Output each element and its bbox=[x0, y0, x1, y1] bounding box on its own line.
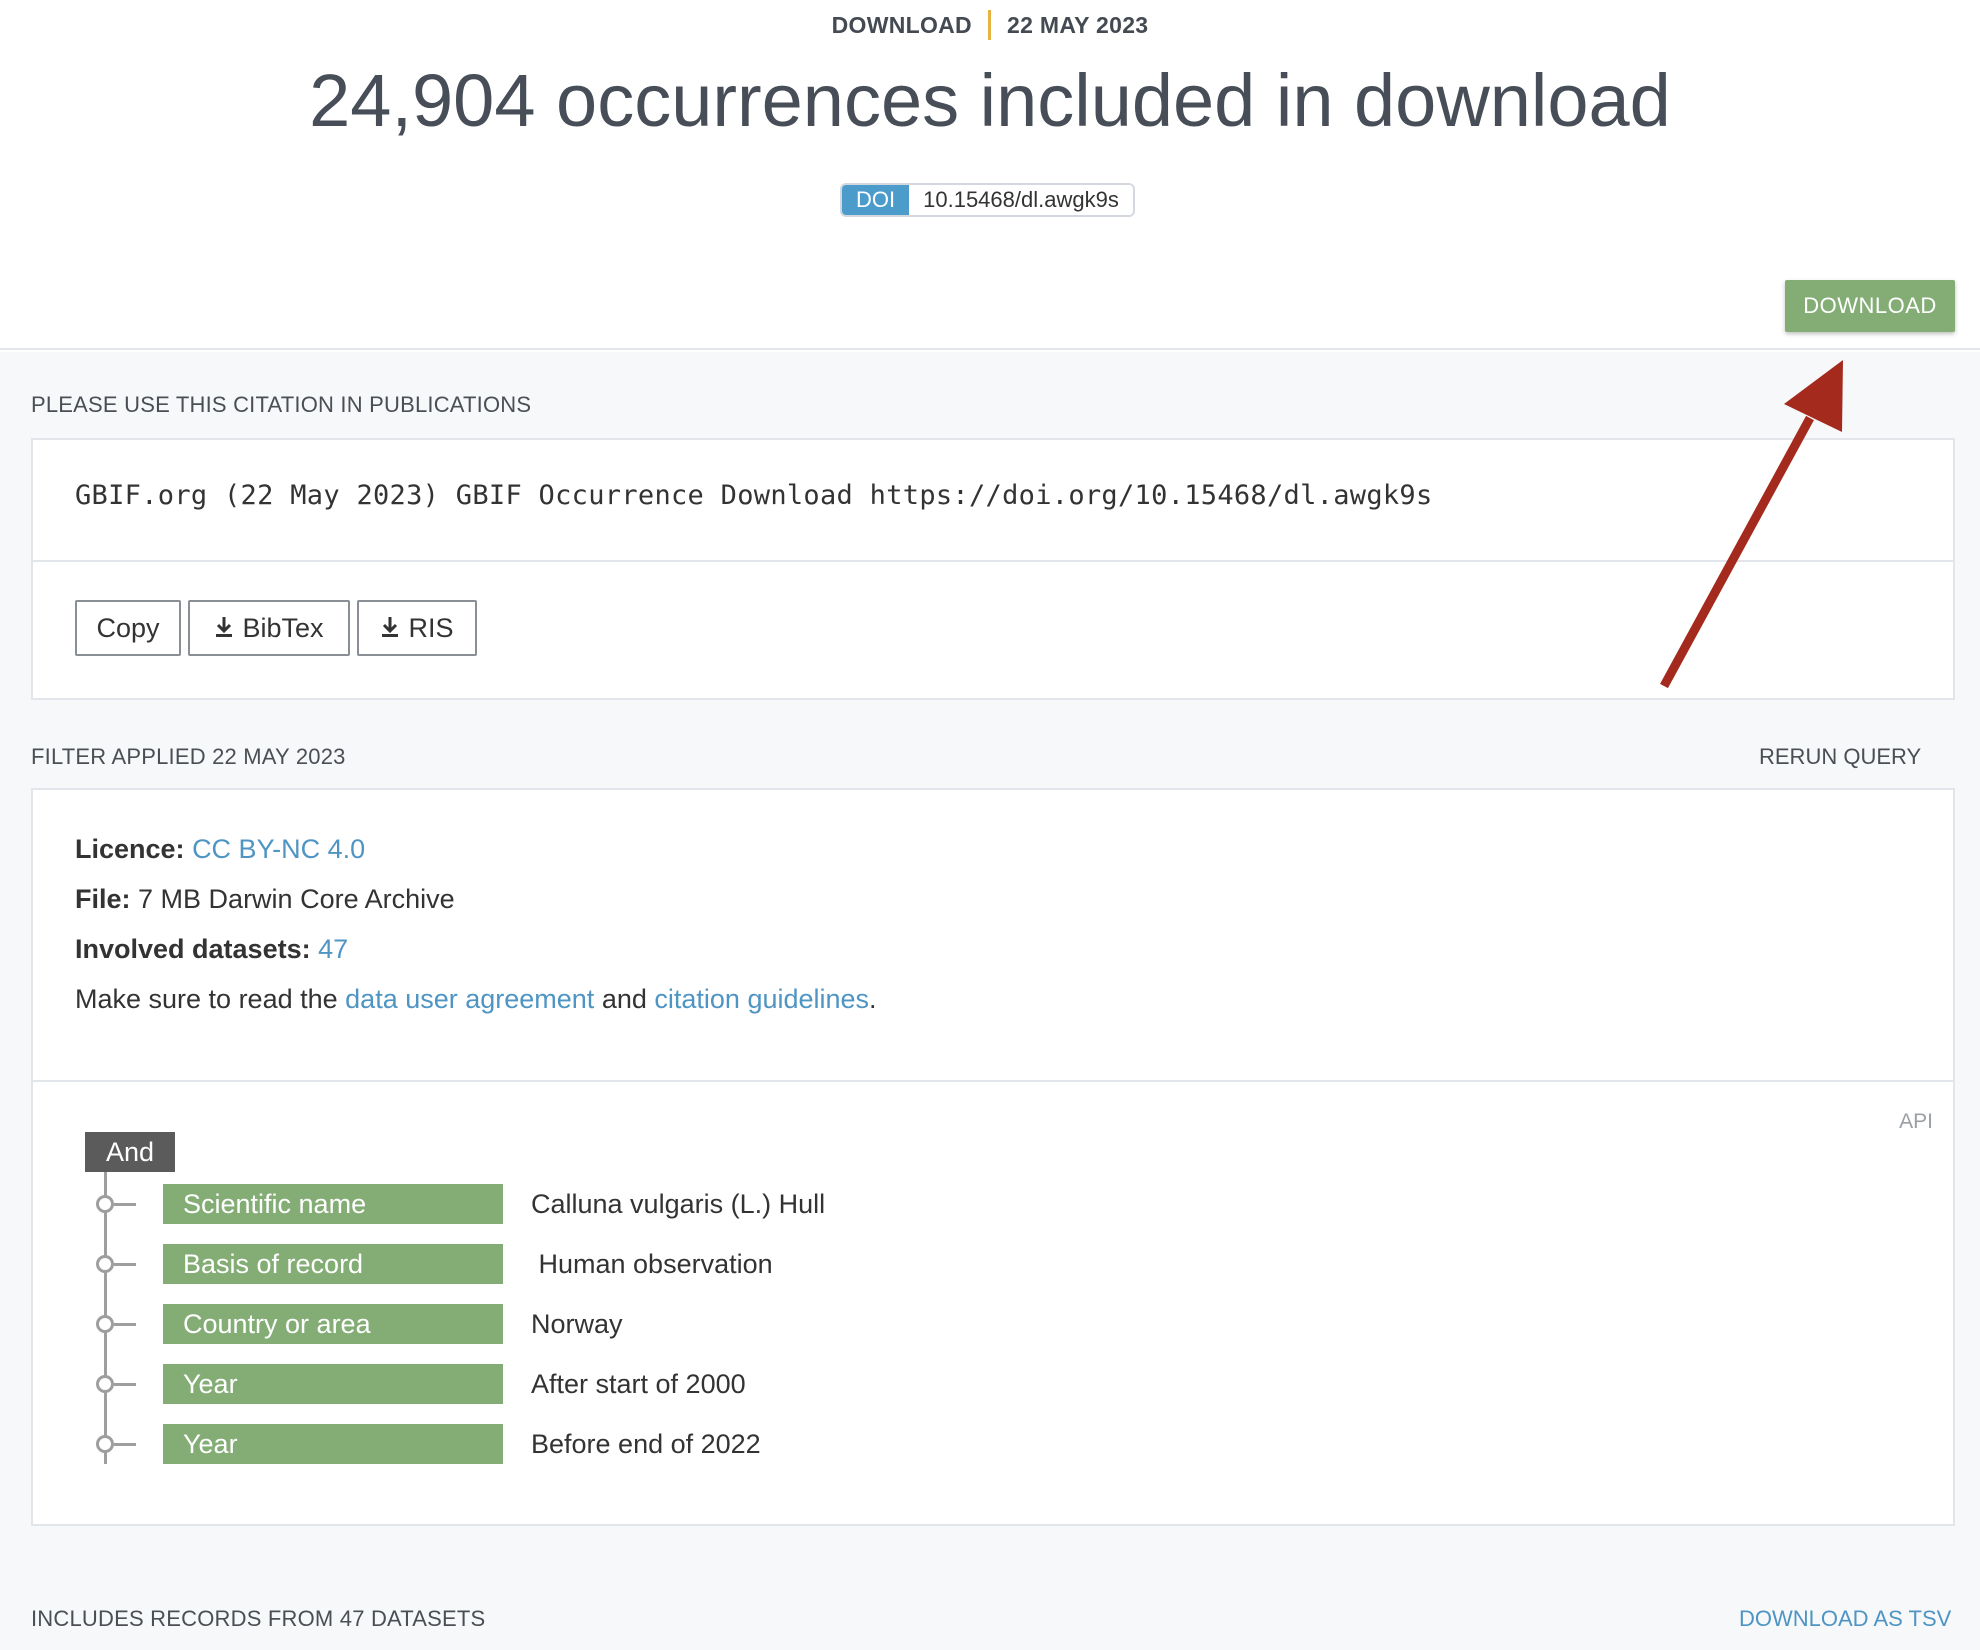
and-operator-tag: And bbox=[85, 1132, 175, 1172]
filter-section-label: FILTER APPLIED 22 MAY 2023 bbox=[31, 744, 346, 769]
ris-button[interactable]: RIS bbox=[357, 600, 477, 656]
datasets-line: Involved datasets: 47 bbox=[75, 934, 348, 965]
filter-value: Before end of 2022 bbox=[531, 1429, 761, 1459]
citation-guidelines-link[interactable]: citation guidelines bbox=[654, 984, 869, 1014]
tree-node-icon bbox=[96, 1195, 114, 1213]
rerun-query-link[interactable]: RERUN QUERY bbox=[1759, 744, 1921, 770]
notice-middle: and bbox=[594, 984, 655, 1014]
licence-label: Licence: bbox=[75, 834, 185, 864]
tree-node-icon bbox=[96, 1255, 114, 1273]
doi-label: DOI bbox=[842, 185, 910, 215]
tree-branch bbox=[114, 1383, 136, 1386]
filter-value: Calluna vulgaris (L.) Hull bbox=[531, 1189, 826, 1219]
card-divider bbox=[33, 560, 1953, 562]
page-title: 24,904 occurrences included in download bbox=[309, 59, 1671, 142]
kicker-date: 22 MAY 2023 bbox=[1006, 12, 1149, 38]
download-icon bbox=[216, 616, 233, 637]
download-icon bbox=[382, 616, 399, 637]
tree-branch bbox=[114, 1203, 136, 1206]
tree-node-icon bbox=[96, 1375, 114, 1393]
page-header: DOWNLOAD 22 MAY 2023 24,904 occurrences i… bbox=[0, 0, 1980, 350]
ris-button-label: RIS bbox=[408, 613, 454, 643]
tree-branch bbox=[114, 1443, 136, 1446]
copy-button-label: Copy bbox=[96, 613, 160, 643]
bibtex-button[interactable]: BibTex bbox=[188, 600, 350, 656]
kicker: DOWNLOAD 22 MAY 2023 bbox=[0, 9, 1980, 40]
file-label: File: bbox=[75, 884, 131, 914]
kicker-type: DOWNLOAD bbox=[831, 12, 972, 38]
filter-value: Norway bbox=[531, 1309, 623, 1339]
tree-node-icon bbox=[96, 1435, 114, 1453]
citation-text: GBIF.org (22 May 2023) GBIF Occurrence D… bbox=[75, 480, 1433, 511]
datasets-link[interactable]: 47 bbox=[318, 934, 348, 964]
citation-section-label: PLEASE USE THIS CITATION IN PUBLICATIONS bbox=[31, 392, 532, 417]
filter-field-tag: Scientific name bbox=[163, 1184, 503, 1224]
datasets-label: Involved datasets: bbox=[75, 934, 311, 964]
filter-field-tag: Country or area bbox=[163, 1304, 503, 1344]
filter-value: Human observation bbox=[531, 1249, 773, 1279]
api-link[interactable]: API bbox=[1899, 1110, 1933, 1134]
datasets-section-label: INCLUDES RECORDS FROM 47 DATASETS bbox=[31, 1606, 486, 1631]
tree-node-icon bbox=[96, 1315, 114, 1333]
bibtex-button-label: BibTex bbox=[242, 613, 324, 643]
doi-value[interactable]: 10.15468/dl.awgk9s bbox=[909, 185, 1133, 215]
download-tsv-link[interactable]: DOWNLOAD AS TSV bbox=[1739, 1606, 1951, 1632]
filter-value: After start of 2000 bbox=[531, 1369, 746, 1399]
data-user-agreement-link[interactable]: data user agreement bbox=[345, 984, 594, 1014]
filter-field-tag: Year bbox=[163, 1424, 503, 1464]
licence-line: Licence: CC BY-NC 4.0 bbox=[75, 834, 365, 865]
download-button[interactable]: DOWNLOAD bbox=[1785, 280, 1955, 332]
agreement-notice: Make sure to read the data user agreemen… bbox=[75, 984, 877, 1015]
licence-link[interactable]: CC BY-NC 4.0 bbox=[192, 834, 365, 864]
filter-card: Licence: CC BY-NC 4.0 File: 7 MB Darwin … bbox=[31, 788, 1955, 1526]
tree-branch bbox=[114, 1323, 136, 1326]
filter-field-tag: Basis of record bbox=[163, 1244, 503, 1284]
file-line: File: 7 MB Darwin Core Archive bbox=[75, 884, 455, 915]
filter-field-tag: Year bbox=[163, 1364, 503, 1404]
main-content: PLEASE USE THIS CITATION IN PUBLICATIONS… bbox=[0, 352, 1980, 1650]
card-divider bbox=[33, 1080, 1953, 1082]
kicker-separator bbox=[987, 9, 991, 40]
notice-prefix: Make sure to read the bbox=[75, 984, 346, 1014]
doi-badge[interactable]: DOI 10.15468/dl.awgk9s bbox=[840, 183, 1135, 217]
citation-card: GBIF.org (22 May 2023) GBIF Occurrence D… bbox=[31, 438, 1955, 700]
file-value: 7 MB Darwin Core Archive bbox=[138, 884, 455, 914]
tree-branch bbox=[114, 1263, 136, 1266]
copy-button[interactable]: Copy bbox=[75, 600, 181, 656]
notice-suffix: . bbox=[869, 984, 877, 1014]
